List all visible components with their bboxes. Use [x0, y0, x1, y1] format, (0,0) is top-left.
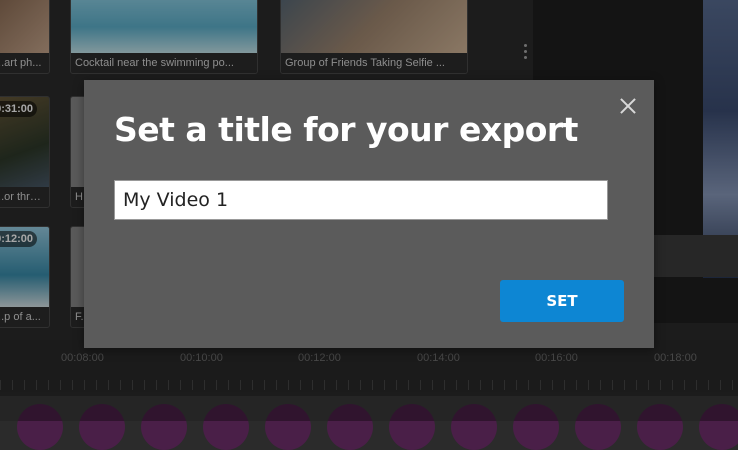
set-button[interactable]: SET	[500, 280, 624, 322]
close-icon[interactable]	[616, 94, 640, 118]
export-title-dialog: Set a title for your export SET	[84, 80, 654, 348]
dialog-title: Set a title for your export	[114, 110, 578, 149]
export-title-input[interactable]	[114, 180, 608, 220]
